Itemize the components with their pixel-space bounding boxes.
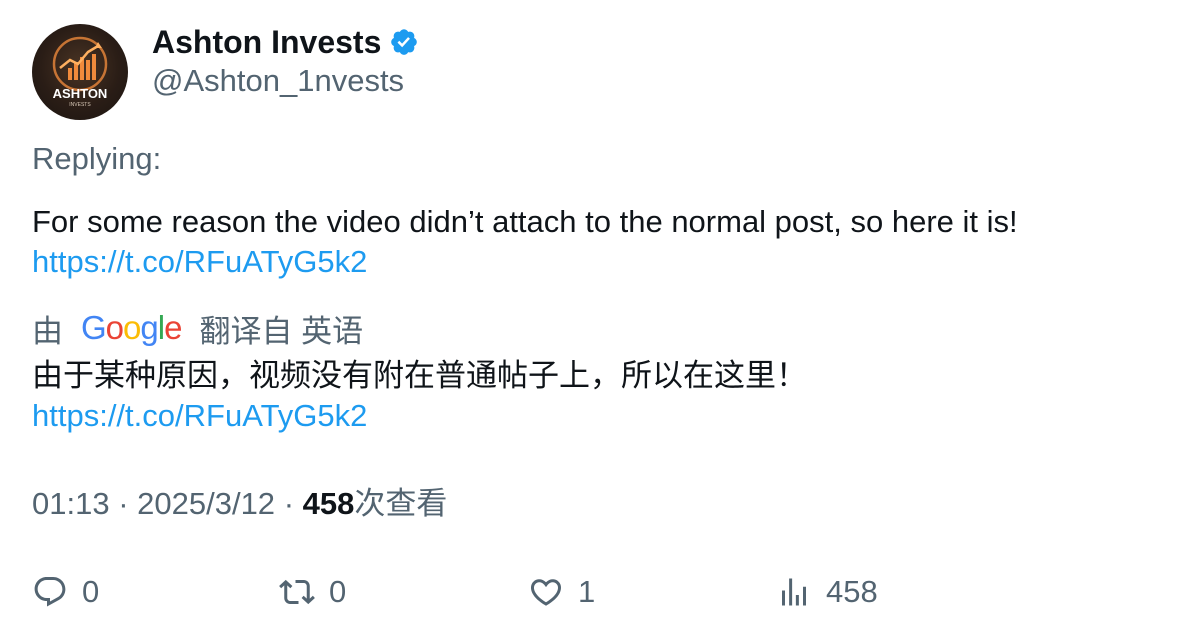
verified-badge-icon[interactable]	[389, 27, 419, 57]
retweet-count: 0	[329, 574, 347, 609]
author-name-row: Ashton Invests	[152, 22, 419, 62]
ashton-invests-logo: ASHTON INVESTS	[53, 36, 108, 108]
tweet-time[interactable]: 01:13	[32, 486, 110, 521]
avatar[interactable]: ASHTON INVESTS	[32, 24, 128, 120]
like-button[interactable]: 1	[528, 570, 595, 614]
google-logo-icon[interactable]: Google	[81, 309, 182, 347]
retweet-icon	[279, 579, 315, 605]
retweet-button[interactable]: 0	[279, 570, 346, 614]
replying-label: Replying:	[32, 141, 162, 176]
meta-separator: ·	[283, 486, 303, 521]
action-bar: 0 0 1 458	[32, 570, 1132, 614]
heart-icon	[530, 579, 562, 606]
meta-separator: ·	[118, 486, 138, 521]
translation-attribution: 由 Google 翻译自 英语	[32, 308, 364, 349]
views-label: 次查看	[354, 486, 448, 521]
reply-button[interactable]: 0	[32, 570, 99, 614]
views-count: 458	[302, 486, 355, 521]
tweet-link[interactable]: https://t.co/RFuATyG5k2	[32, 242, 1162, 282]
tweet-body: For some reason the video didn’t attach …	[32, 202, 1162, 282]
tweet-meta: 01:13 · 2025/3/12 · 458次查看	[32, 484, 447, 524]
avatar-logo-text: ASHTON	[53, 86, 108, 101]
avatar-logo-subtext: INVESTS	[69, 102, 91, 108]
analytics-icon	[782, 578, 806, 606]
translation-suffix: 翻译自 英语	[199, 313, 364, 349]
tweet-date[interactable]: 2025/3/12	[137, 486, 275, 521]
tweet-text: For some reason the video didn’t attach …	[32, 204, 1018, 239]
like-count: 1	[578, 574, 596, 609]
display-name[interactable]: Ashton Invests	[152, 22, 381, 62]
reply-icon	[34, 577, 66, 607]
translated-body: 由于某种原因，视频没有附在普通帖子上，所以在这里！ https://t.co/R…	[32, 356, 1162, 436]
translated-text: 由于某种原因，视频没有附在普通帖子上，所以在这里！	[32, 358, 807, 393]
views-button[interactable]: 458	[776, 570, 878, 614]
translation-prefix: 由	[32, 313, 63, 349]
views-action-count: 458	[826, 574, 878, 609]
author-handle[interactable]: @Ashton_1nvests	[152, 62, 404, 100]
translated-link[interactable]: https://t.co/RFuATyG5k2	[32, 396, 1162, 436]
reply-count: 0	[82, 574, 100, 609]
